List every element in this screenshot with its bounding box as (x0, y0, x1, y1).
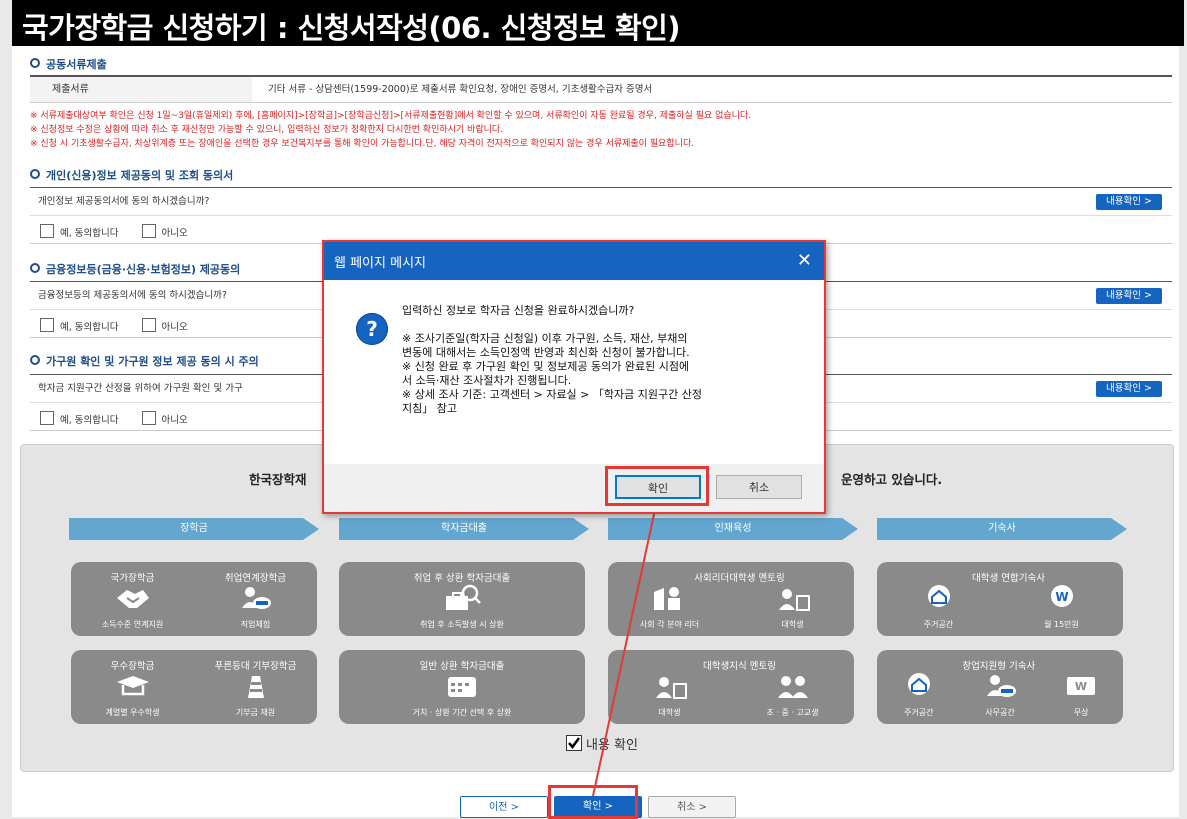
dialog-message: 입력하신 정보로 학자금 신청을 완료하시겠습니까? ※ 조사기준일(학자금 신… (402, 304, 702, 415)
close-icon[interactable]: ✕ (797, 250, 812, 271)
dialog-ok-highlight (605, 466, 709, 506)
question-icon: ? (356, 313, 388, 345)
dialog-titlebar: 웹 페이지 메시지 ✕ (324, 242, 824, 280)
dialog-title: 웹 페이지 메시지 (334, 256, 426, 271)
web-page-message-dialog: 웹 페이지 메시지 ✕ ? 입력하신 정보로 학자금 신청을 완료하시겠습니까?… (322, 240, 826, 514)
dialog-cancel-button[interactable]: 취소 (716, 475, 802, 499)
